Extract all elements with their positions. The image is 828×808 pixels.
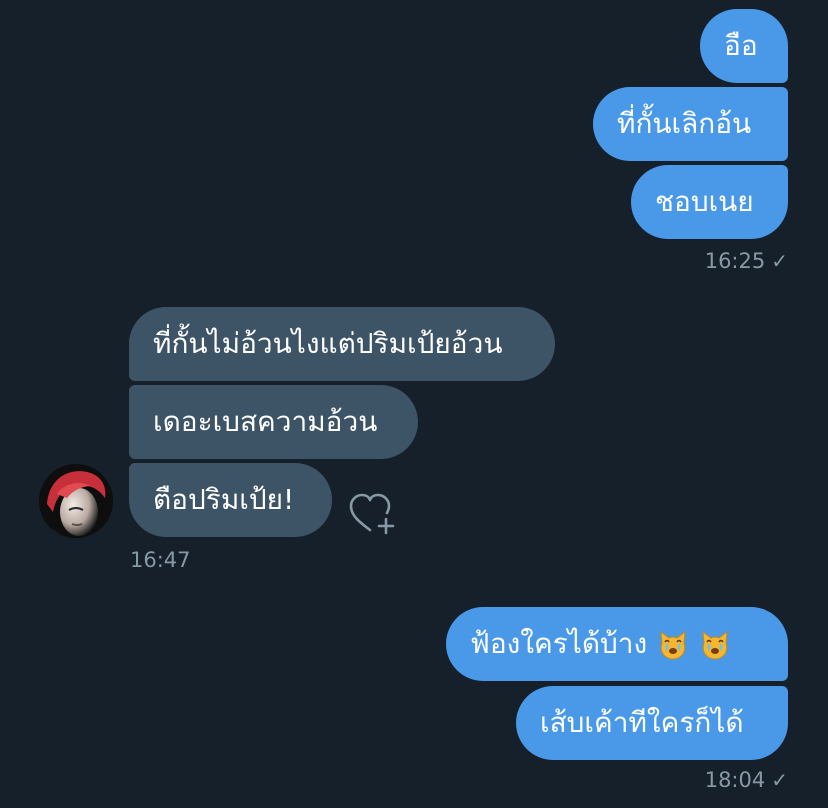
timestamp-text: 16:25 [704, 249, 766, 273]
timestamp-text: 16:47 [130, 548, 191, 572]
checkmark-icon: ✓ [771, 249, 788, 273]
sent-message-bubble[interactable]: ที่กั้นเลิกอ้น [593, 87, 788, 161]
sent-message-bubble[interactable]: ฟ้องใครได้บ้าง [446, 607, 788, 681]
received-message-bubble[interactable]: ที่กั้นไม่อ้วนไงแต่ปริมเป้ยอ้วน [129, 307, 555, 381]
message-timestamp: 16:25 ✓ [705, 249, 788, 273]
message-text: ที่กั้นไม่อ้วนไงแต่ปริมเป้ยอ้วน [153, 327, 503, 360]
timestamp-text: 18:04 [704, 768, 766, 792]
avatar[interactable] [39, 464, 113, 538]
message-timestamp: 18:04 ✓ [705, 768, 788, 792]
sent-message-bubble[interactable]: อือ [700, 9, 788, 83]
sent-message-bubble[interactable]: เส้บเค้าทีใครก็ได้ [516, 686, 788, 760]
crying-cat-face-icon [660, 630, 686, 660]
message-text: เส้บเค้าทีใครก็ได้ [540, 706, 744, 739]
message-text: ชอบเนย [655, 185, 754, 218]
message-text: ตือปริมเป้ย! [153, 483, 295, 516]
heart-plus-icon[interactable] [348, 491, 398, 537]
crying-cat-face-icon [702, 630, 728, 660]
message-text: อือ [724, 29, 758, 62]
sent-message-bubble[interactable]: ชอบเนย [631, 165, 788, 239]
message-text: ที่กั้นเลิกอ้น [617, 107, 752, 140]
message-text: ฟ้องใครได้บ้าง [470, 627, 648, 660]
message-text: เดอะเบสความอ้วน [153, 405, 378, 438]
avatar-image [39, 464, 113, 538]
received-message-bubble[interactable]: เดอะเบสความอ้วน [129, 385, 418, 459]
checkmark-icon: ✓ [771, 768, 788, 792]
message-timestamp: 16:47 [130, 548, 191, 572]
received-message-bubble[interactable]: ตือปริมเป้ย! [129, 463, 332, 537]
